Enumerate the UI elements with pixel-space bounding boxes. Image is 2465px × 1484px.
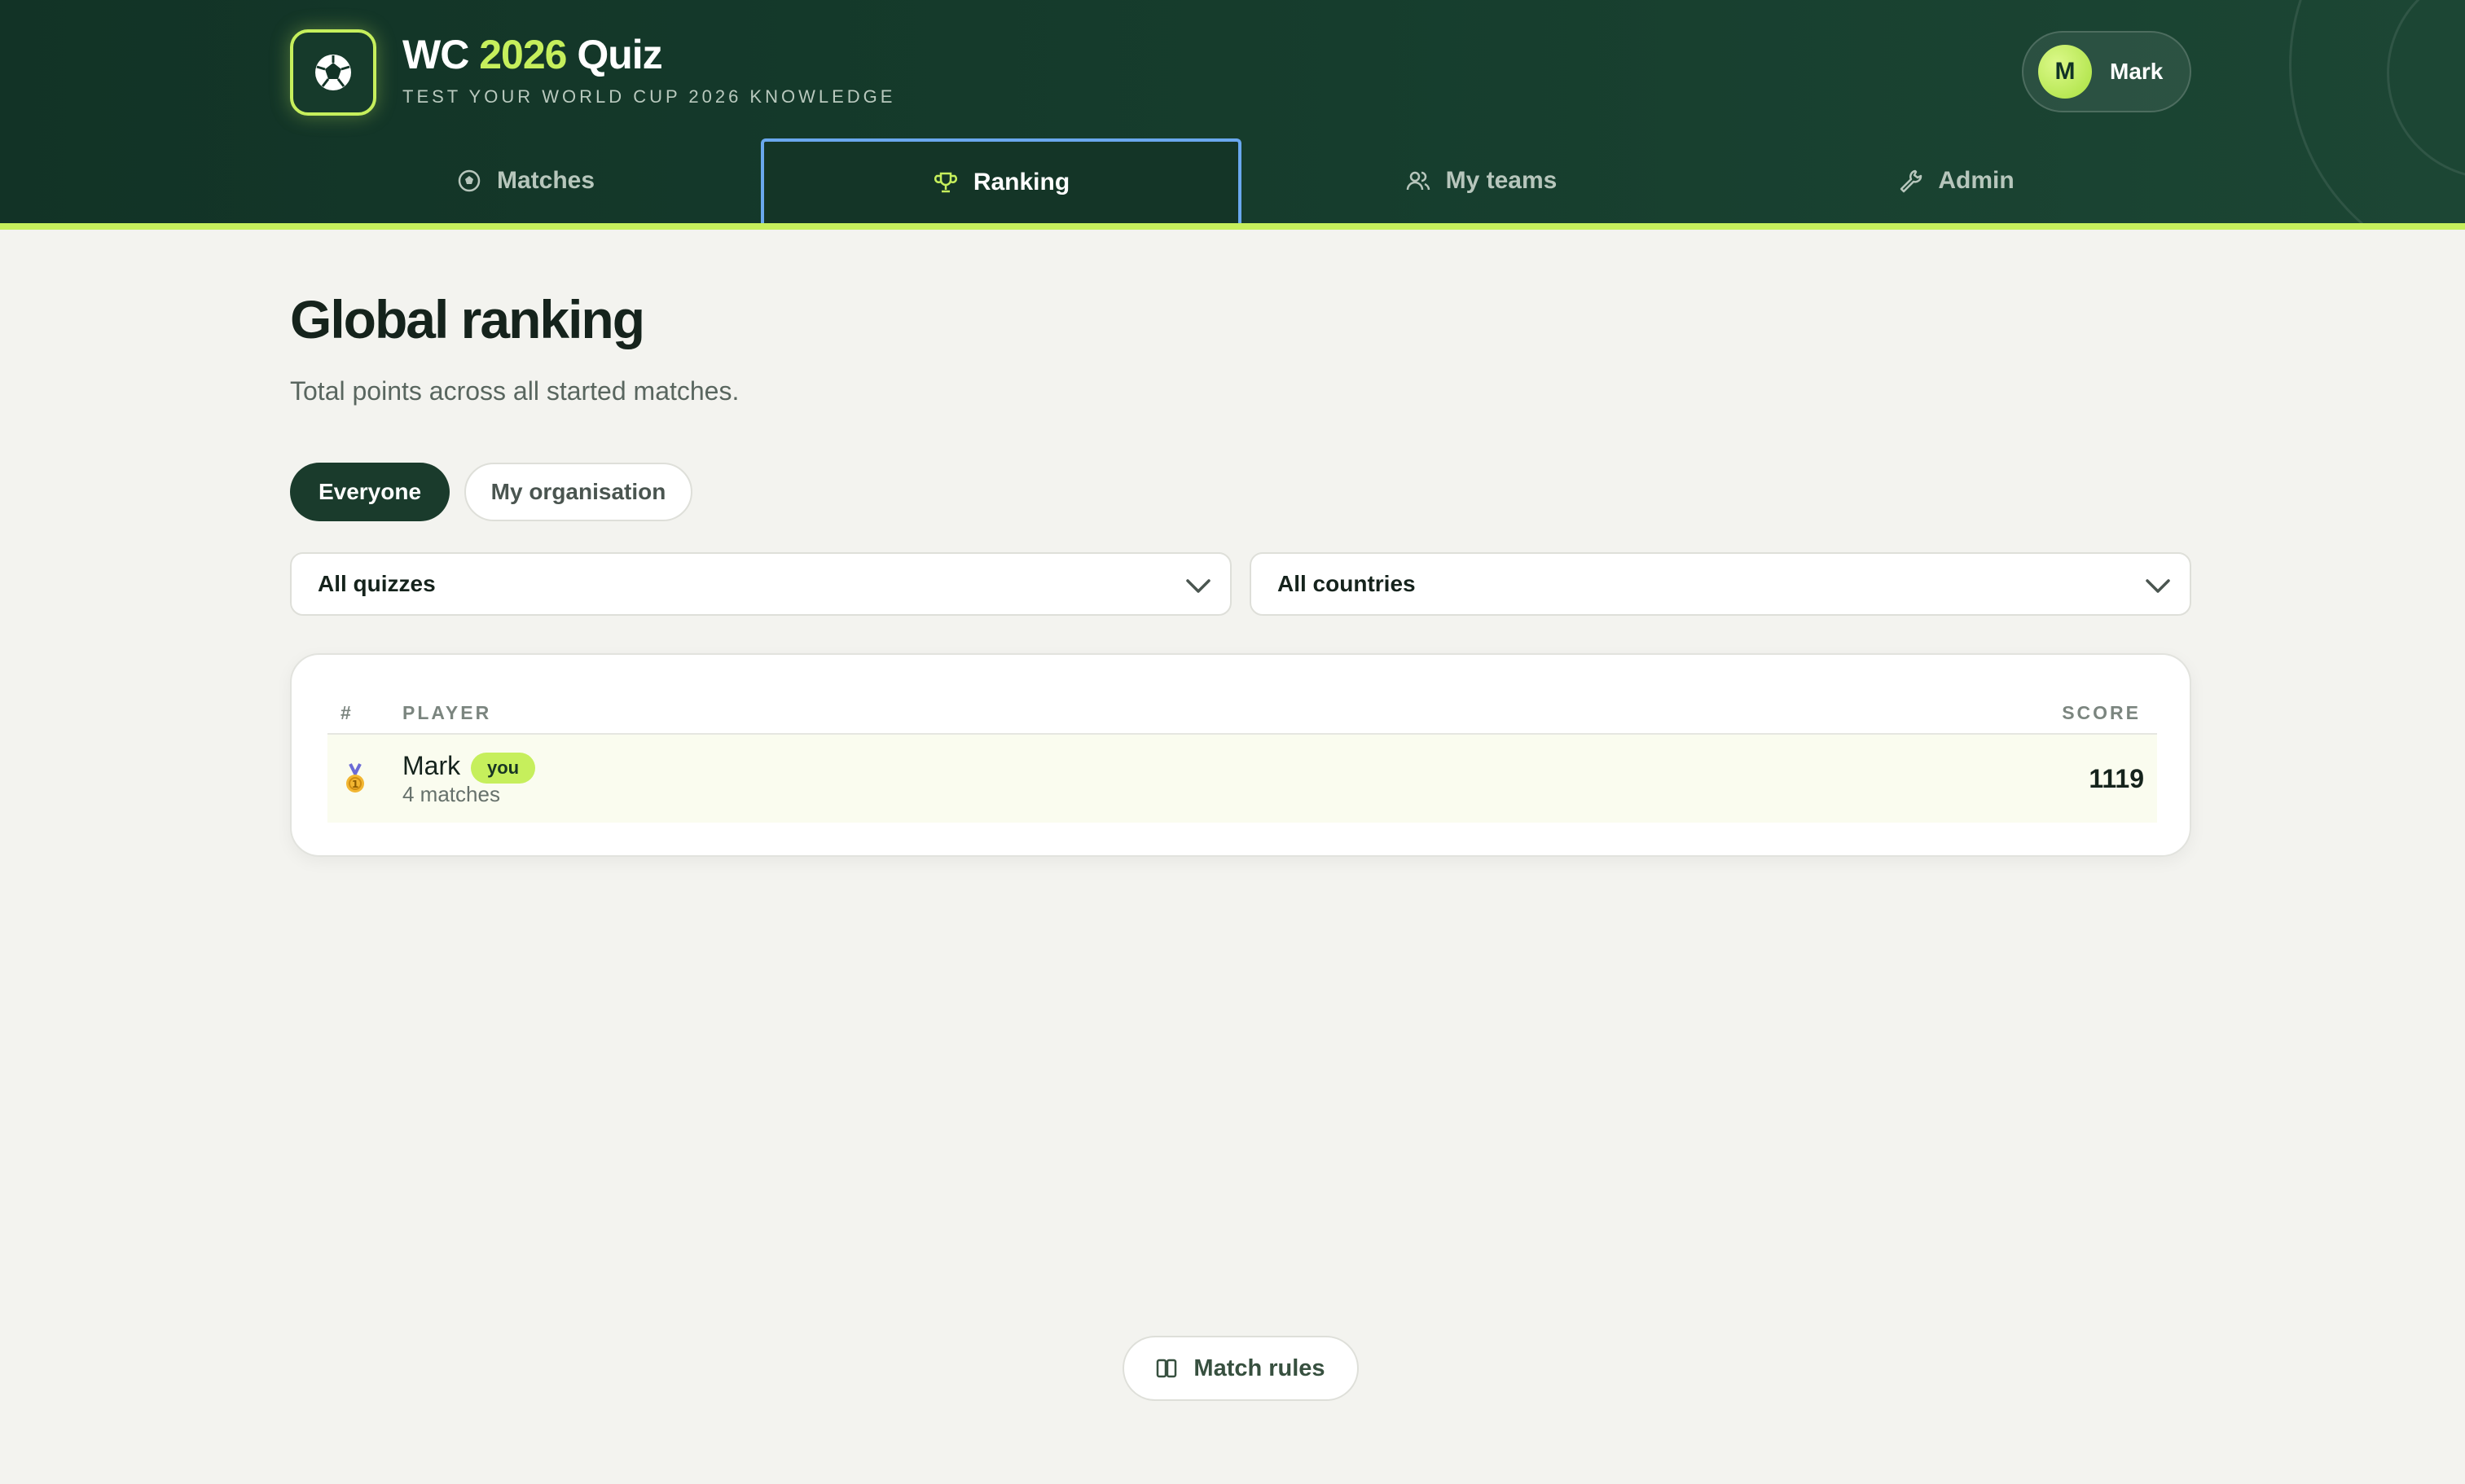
- player-name: Mark: [402, 751, 461, 780]
- tab-my-teams[interactable]: My teams: [1241, 138, 1720, 223]
- column-header-rank: #: [341, 702, 354, 723]
- users-icon: [1406, 171, 1430, 191]
- column-header-score: SCORE: [2062, 702, 2141, 723]
- column-header-player: PLAYER: [402, 702, 492, 723]
- player-matches: 4 matches: [402, 782, 500, 806]
- svg-text:1: 1: [352, 779, 358, 790]
- trophy-icon: [934, 172, 957, 193]
- you-badge: you: [471, 753, 536, 784]
- tab-admin-label: Admin: [1938, 167, 2015, 194]
- soccer-ball-icon: [458, 169, 481, 192]
- tab-ranking[interactable]: Ranking: [761, 138, 1241, 223]
- gold-medal-icon: 1: [346, 763, 364, 792]
- player-score: 1119: [2089, 764, 2144, 793]
- app-subtitle: TEST YOUR WORLD CUP 2026 KNOWLEDGE: [402, 86, 896, 107]
- avatar: M: [2038, 45, 2092, 99]
- app-title-suffix: Quiz: [577, 32, 662, 77]
- match-rules-label: Match rules: [1193, 1354, 1325, 1381]
- tab-my-teams-label: My teams: [1445, 167, 1558, 194]
- user-name: Mark: [2110, 59, 2164, 84]
- scope-organisation-button[interactable]: My organisation: [464, 463, 692, 521]
- page-description: Total points across all started matches.: [290, 376, 740, 406]
- app-title-year: 2026: [479, 32, 567, 77]
- tab-ranking-label: Ranking: [973, 169, 1070, 195]
- app-title: WC 2026 Quiz: [402, 31, 663, 78]
- app-logo[interactable]: [290, 29, 376, 116]
- table-row[interactable]: 1 Mark you 4 matches 1119: [327, 735, 2157, 823]
- wrench-icon: [1900, 169, 1922, 193]
- scope-everyone-button[interactable]: Everyone: [290, 463, 450, 521]
- app-header: WC 2026 Quiz TEST YOUR WORLD CUP 2026 KN…: [0, 0, 2465, 230]
- chevron-down-icon: [1186, 579, 1211, 593]
- app-title-prefix: WC: [402, 32, 469, 77]
- page-title: Global ranking: [290, 289, 645, 349]
- match-rules-button[interactable]: Match rules: [1123, 1336, 1359, 1401]
- soccer-ball-icon: [315, 55, 351, 90]
- tab-matches-label: Matches: [496, 167, 595, 194]
- quiz-filter-select[interactable]: All quizzes: [290, 552, 1232, 616]
- user-menu-button[interactable]: M Mark: [2022, 31, 2191, 112]
- country-filter-select[interactable]: All countries: [1250, 552, 2191, 616]
- header-accent-bar: [0, 223, 2465, 230]
- chevron-down-icon: [2146, 579, 2170, 593]
- ranking-table: # PLAYER SCORE 1 Mark you 4 matches 1119: [290, 653, 2191, 857]
- quiz-filter-value: All quizzes: [318, 571, 436, 596]
- country-filter-value: All countries: [1277, 571, 1416, 596]
- book-icon: [1157, 1359, 1177, 1378]
- tab-matches[interactable]: Matches: [290, 138, 761, 223]
- tab-admin[interactable]: Admin: [1720, 138, 2191, 223]
